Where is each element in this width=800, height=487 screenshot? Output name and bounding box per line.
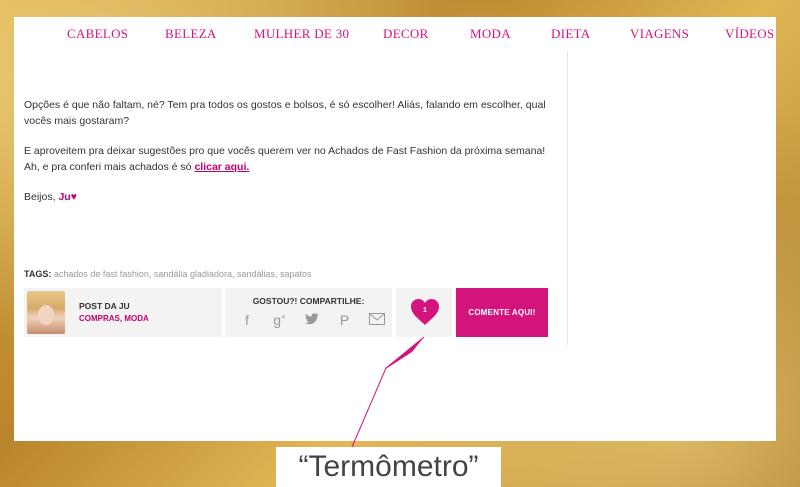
click-here-link[interactable]: clicar aqui.	[194, 161, 249, 173]
comment-button[interactable]: COMENTE AQUI!	[456, 288, 548, 337]
post-paragraph: Opções é que não faltam, né? Tem pra tod…	[24, 99, 546, 127]
nav-item-mulher-de-30[interactable]: MULHER DE 30	[254, 26, 349, 42]
annotation-caption: “Termômetro”	[276, 447, 501, 487]
share-icons: f g+ P	[237, 312, 387, 328]
share-label: GOSTOU?! COMPARTILHE:	[252, 296, 365, 306]
nav-item-cabelos[interactable]: CABELOS	[67, 26, 128, 42]
post-signoff: Beijos, Ju♥	[24, 189, 554, 205]
google-plus-icon[interactable]: g+	[270, 312, 290, 328]
heart-icon[interactable]: 1	[410, 298, 440, 326]
signoff-text: Beijos,	[24, 191, 59, 203]
twitter-icon[interactable]	[302, 312, 322, 328]
sidebar-divider	[567, 51, 568, 345]
author-categories[interactable]: COMPRAS, MODA	[79, 314, 149, 323]
like-box[interactable]: 1	[396, 288, 452, 337]
nav-item-dieta[interactable]: DIETA	[551, 26, 590, 42]
post-tags: TAGS: achados de fast fashion, sandália …	[24, 269, 312, 279]
post-content: Opções é que não faltam, né? Tem pra tod…	[24, 97, 554, 219]
author-title: POST DA JU	[79, 301, 130, 311]
email-icon[interactable]	[367, 312, 387, 328]
post-paragraph-text: E aproveitem pra deixar sugestões pro qu…	[24, 145, 546, 173]
page-panel: CABELOS BELEZA MULHER DE 30 DECOR MODA D…	[14, 17, 776, 441]
like-count: 1	[423, 307, 427, 314]
share-box: GOSTOU?! COMPARTILHE: f g+ P	[225, 288, 392, 337]
tags-label: TAGS:	[24, 269, 52, 279]
nav-item-decor[interactable]: DECOR	[383, 26, 429, 42]
nav-item-moda[interactable]: MODA	[470, 26, 511, 42]
nav-item-viagens[interactable]: VIAGENS	[630, 26, 689, 42]
pinterest-icon[interactable]: P	[335, 312, 355, 328]
post-paragraph: E aproveitem pra deixar sugestões pro qu…	[24, 143, 554, 175]
nav-item-beleza[interactable]: BELEZA	[165, 26, 217, 42]
main-nav: CABELOS BELEZA MULHER DE 30 DECOR MODA D…	[14, 17, 776, 51]
author-box: POST DA JU COMPRAS, MODA	[24, 288, 222, 337]
avatar	[27, 291, 65, 334]
facebook-icon[interactable]: f	[237, 312, 257, 328]
signature: Ju♥	[58, 191, 77, 203]
nav-item-videos[interactable]: VÍDEOS	[725, 26, 774, 42]
tags-list[interactable]: achados de fast fashion, sandália gladia…	[54, 269, 312, 279]
